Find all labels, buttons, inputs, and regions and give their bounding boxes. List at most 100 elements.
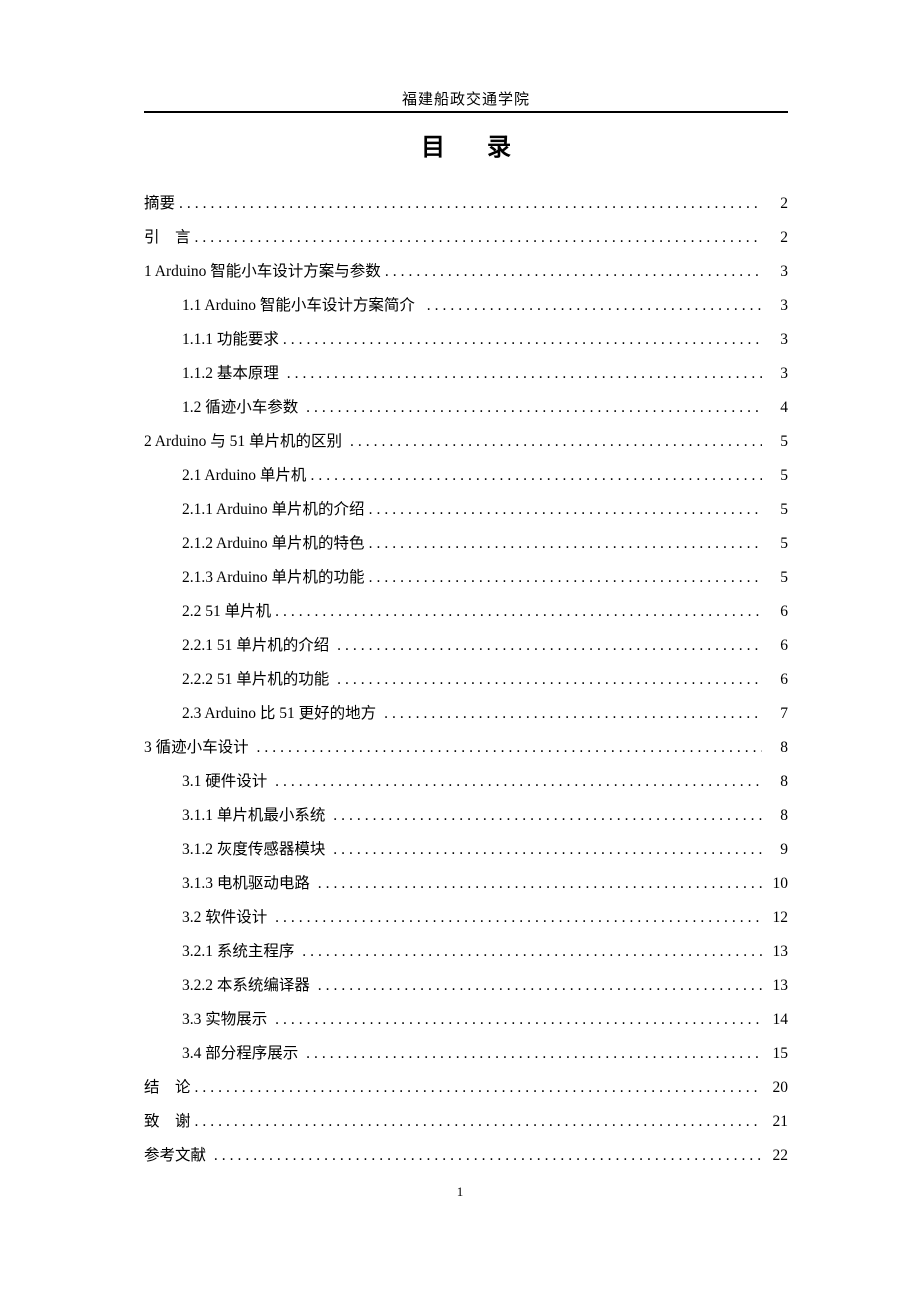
toc-entry-page: 10 <box>766 876 788 892</box>
toc-entry-label: 3.2.1 系统主程序 <box>182 944 298 960</box>
toc-leader <box>310 468 762 484</box>
toc-entry-page: 8 <box>766 808 788 824</box>
toc-entry-page: 15 <box>766 1046 788 1062</box>
toc-entry-label: 2.1.1 Arduino 单片机的介绍 <box>182 502 365 518</box>
toc-entry-label: 致 谢 <box>144 1114 191 1130</box>
toc-entry: 2.1 Arduino 单片机 5 <box>144 468 788 484</box>
toc-entry-page: 3 <box>766 298 788 314</box>
toc-entry-label: 2.3 Arduino 比 51 更好的地方 <box>182 706 380 722</box>
toc-leader <box>350 434 762 450</box>
toc-leader <box>179 196 762 212</box>
toc-entry-label: 2 Arduino 与 51 单片机的区别 <box>144 434 346 450</box>
toc-entry-label: 2.1.3 Arduino 单片机的功能 <box>182 570 365 586</box>
toc-entry: 3.2.2 本系统编译器 13 <box>144 978 788 994</box>
toc-entry-label: 3.3 实物展示 <box>182 1012 271 1028</box>
toc-entry-page: 7 <box>766 706 788 722</box>
toc-entry: 1.1.1 功能要求3 <box>144 332 788 348</box>
toc-entry-label: 引 言 <box>144 230 191 246</box>
toc-entry-label: 2.1 Arduino 单片机 <box>182 468 306 484</box>
toc-entry-page: 9 <box>766 842 788 858</box>
toc-entry-page: 4 <box>766 400 788 416</box>
toc-entry-page: 6 <box>766 638 788 654</box>
toc-leader <box>337 638 762 654</box>
toc-entry-page: 5 <box>766 536 788 552</box>
header-institution: 福建船政交通学院 <box>144 88 788 109</box>
page-number: 1 <box>0 1184 920 1200</box>
toc-entry-page: 8 <box>766 774 788 790</box>
toc-leader <box>337 672 762 688</box>
toc-entry: 3.2.1 系统主程序 13 <box>144 944 788 960</box>
toc-entry: 结 论20 <box>144 1080 788 1096</box>
toc-entry-page: 22 <box>766 1148 788 1164</box>
toc-entry: 3.1.2 灰度传感器模块 9 <box>144 842 788 858</box>
toc-entry: 1.2 循迹小车参数 4 <box>144 400 788 416</box>
toc-entry: 2.1.1 Arduino 单片机的介绍 5 <box>144 502 788 518</box>
toc-entry-label: 1.1 Arduino 智能小车设计方案简介 <box>182 298 423 314</box>
toc-leader <box>275 774 762 790</box>
toc-leader <box>306 1046 762 1062</box>
toc-entry: 3.2 软件设计 12 <box>144 910 788 926</box>
toc-leader <box>283 332 762 348</box>
toc-leader <box>195 1114 762 1130</box>
toc-entry: 参考文献 22 <box>144 1148 788 1164</box>
toc-entry-label: 3 循迹小车设计 <box>144 740 253 756</box>
toc-entry: 1.1 Arduino 智能小车设计方案简介 3 <box>144 298 788 314</box>
toc-leader <box>275 604 762 620</box>
toc-entry: 1 Arduino 智能小车设计方案与参数3 <box>144 264 788 280</box>
toc-entry-page: 13 <box>766 944 788 960</box>
toc-leader <box>306 400 762 416</box>
toc-leader <box>302 944 762 960</box>
toc-entry-label: 摘要 <box>144 196 175 212</box>
toc-entry-label: 2.2.1 51 单片机的介绍 <box>182 638 333 654</box>
toc-leader <box>287 366 762 382</box>
toc-entry: 3.3 实物展示 14 <box>144 1012 788 1028</box>
toc-entry-page: 8 <box>766 740 788 756</box>
toc-entry-label: 1.2 循迹小车参数 <box>182 400 302 416</box>
toc-leader <box>195 230 762 246</box>
toc-entry: 2.2.2 51 单片机的功能 6 <box>144 672 788 688</box>
toc-entry-page: 12 <box>766 910 788 926</box>
toc-leader <box>427 298 762 314</box>
toc-entry-label: 3.1.1 单片机最小系统 <box>182 808 329 824</box>
toc-leader <box>257 740 762 756</box>
toc-entry-label: 1 Arduino 智能小车设计方案与参数 <box>144 264 381 280</box>
toc-entry-page: 3 <box>766 366 788 382</box>
toc-entry: 3.1 硬件设计 8 <box>144 774 788 790</box>
toc-entry: 2 Arduino 与 51 单片机的区别 5 <box>144 434 788 450</box>
toc-entry-label: 3.1.3 电机驱动电路 <box>182 876 314 892</box>
toc-entry-page: 2 <box>766 230 788 246</box>
toc-entry: 3.4 部分程序展示 15 <box>144 1046 788 1062</box>
toc-entry: 2.2.1 51 单片机的介绍 6 <box>144 638 788 654</box>
toc-entry: 2.3 Arduino 比 51 更好的地方 7 <box>144 706 788 722</box>
toc-entry-label: 3.2 软件设计 <box>182 910 271 926</box>
toc-entry-label: 2.2 51 单片机 <box>182 604 271 620</box>
toc-title: 目 录 <box>144 127 788 162</box>
toc-entry-page: 5 <box>766 570 788 586</box>
toc-entry-page: 5 <box>766 502 788 518</box>
toc-entry-label: 1.1.2 基本原理 <box>182 366 283 382</box>
toc-leader <box>369 570 762 586</box>
toc-entry-page: 5 <box>766 468 788 484</box>
toc-entry-label: 结 论 <box>144 1080 191 1096</box>
toc-entry-page: 6 <box>766 672 788 688</box>
toc-entry: 1.1.2 基本原理 3 <box>144 366 788 382</box>
toc-entry-label: 参考文献 <box>144 1148 210 1164</box>
toc-entry-label: 3.1.2 灰度传感器模块 <box>182 842 329 858</box>
toc-leader <box>275 1012 762 1028</box>
header-rule <box>144 111 788 113</box>
toc-entry-page: 14 <box>766 1012 788 1028</box>
toc-leader <box>275 910 762 926</box>
toc-entry-page: 2 <box>766 196 788 212</box>
toc-leader <box>318 978 762 994</box>
toc-entry: 致 谢21 <box>144 1114 788 1130</box>
toc-leader <box>369 536 762 552</box>
toc-list: 摘要2引 言21 Arduino 智能小车设计方案与参数31.1 Arduino… <box>144 196 788 1164</box>
toc-entry-label: 3.4 部分程序展示 <box>182 1046 302 1062</box>
toc-leader <box>318 876 762 892</box>
toc-entry-page: 6 <box>766 604 788 620</box>
toc-entry: 2.1.3 Arduino 单片机的功能 5 <box>144 570 788 586</box>
toc-entry: 摘要 2 <box>144 196 788 212</box>
toc-entry: 2.1.2 Arduino 单片机的特色5 <box>144 536 788 552</box>
toc-leader <box>195 1080 762 1096</box>
toc-entry-label: 3.2.2 本系统编译器 <box>182 978 314 994</box>
